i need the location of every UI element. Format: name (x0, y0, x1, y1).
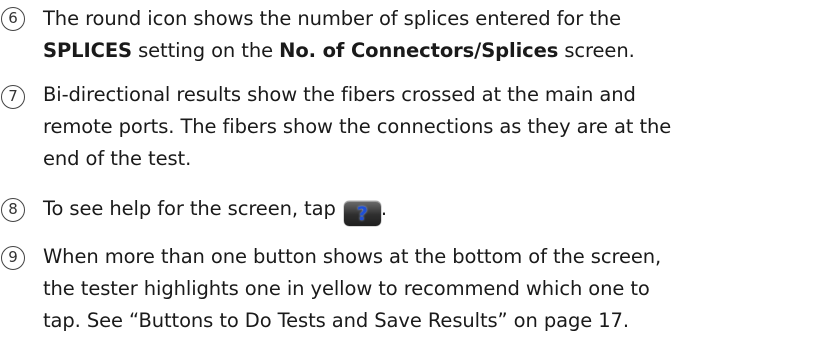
item-6-text: The round icon shows the number of splic… (43, 3, 818, 67)
connectors-splices-screen-label: No. of Connectors/Splices (279, 39, 559, 62)
help-question-glyph: ? (356, 203, 368, 225)
item-8-text-after: . (380, 197, 387, 220)
item-7-text: Bi-directional results show the fibers c… (43, 79, 818, 175)
item-6-line-2: SPLICES setting on the No. of Connectors… (43, 35, 818, 67)
item-9-line-1: When more than one button shows at the b… (43, 245, 662, 268)
item-9-text: When more than one button shows at the b… (43, 241, 818, 337)
step-number-6: 6 (1, 7, 25, 31)
item-7-line-3: end of the test. (43, 147, 192, 170)
item-7-line-1: Bi-directional results show the fibers c… (43, 83, 636, 106)
step-number-8: 8 (1, 198, 25, 222)
step-number-9: 9 (1, 246, 25, 270)
step-number-7: 7 (1, 85, 25, 109)
splices-setting-label: SPLICES (43, 39, 132, 62)
item-9-line-3: tap. See “Buttons to Do Tests and Save R… (43, 309, 629, 332)
item-6-line-1: The round icon shows the number of splic… (43, 7, 621, 30)
item-8-line-1: To see help for the screen, tap ?. (43, 193, 818, 226)
help-question-icon: ? (343, 201, 381, 226)
item-6-text-segment-end: screen. (558, 39, 635, 62)
item-8-text: To see help for the screen, tap ?. (43, 193, 818, 226)
item-6-text-segment: setting on the (132, 39, 280, 62)
item-9-line-2: the tester highlights one in yellow to r… (43, 277, 650, 300)
item-7-line-2: remote ports. The fibers show the connec… (43, 115, 672, 138)
item-8-text-before: To see help for the screen, tap (43, 197, 342, 220)
